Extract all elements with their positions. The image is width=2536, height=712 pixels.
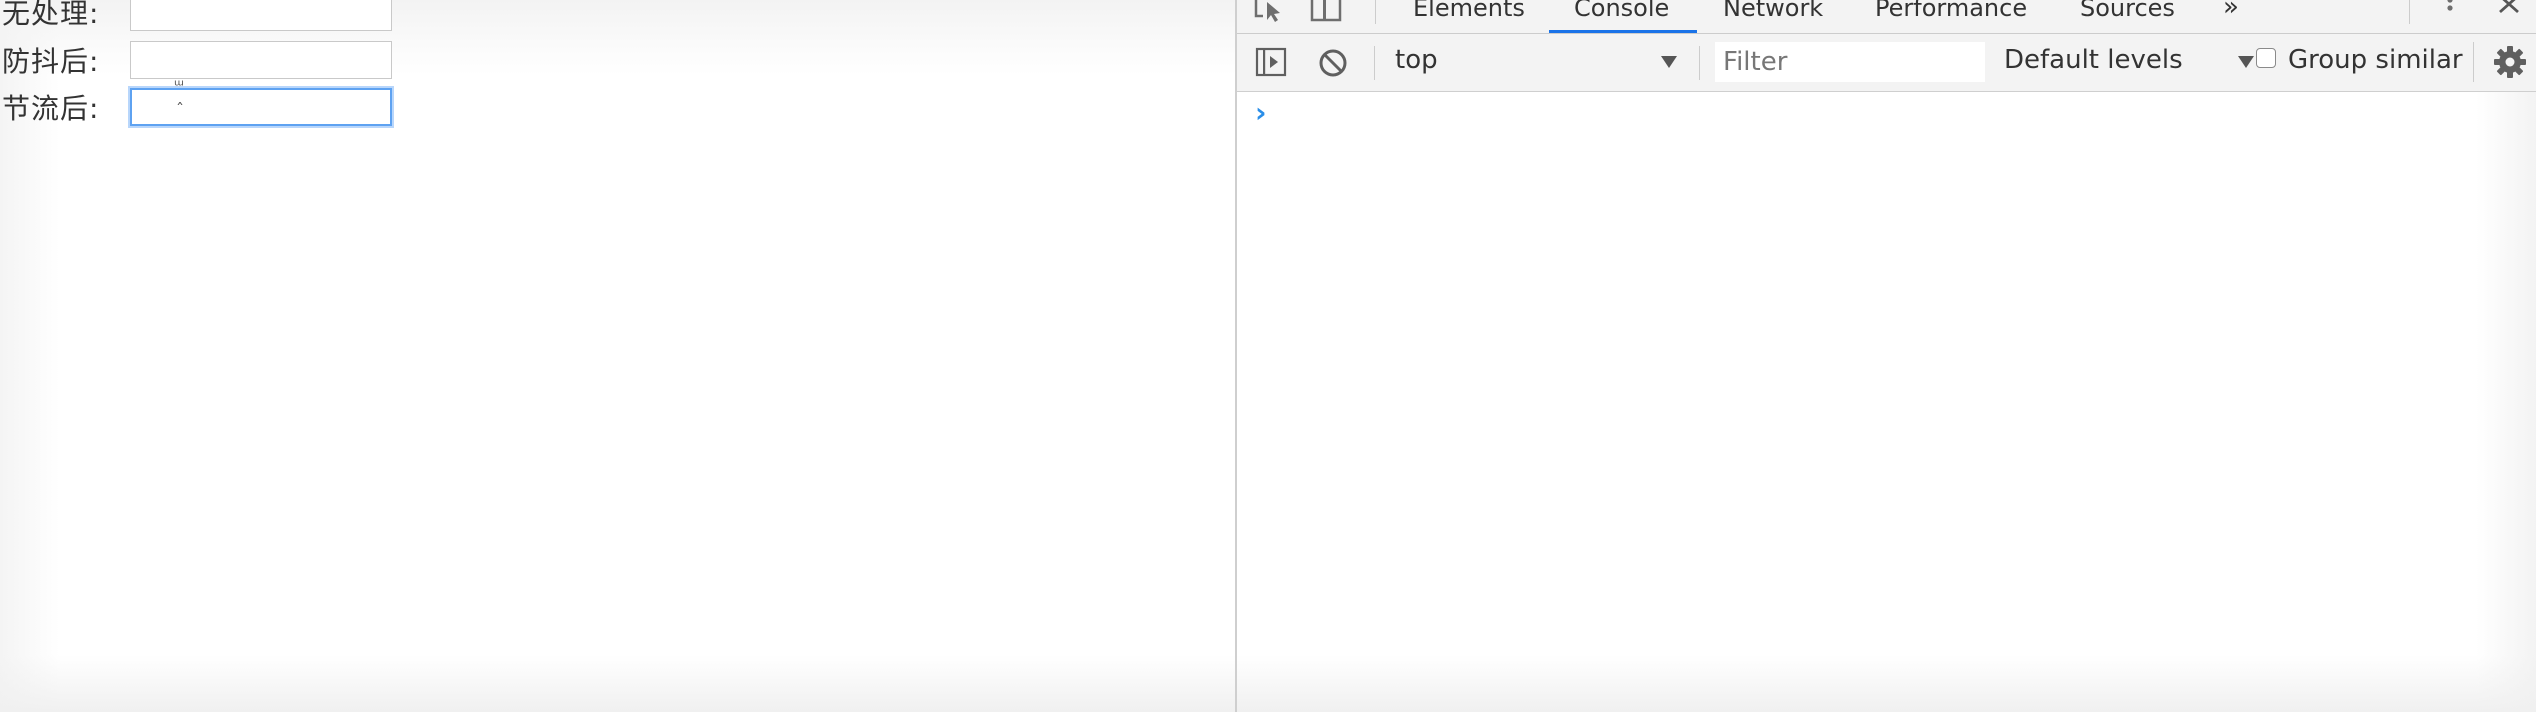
more-options-icon[interactable] <box>2443 0 2457 28</box>
input-debounced[interactable] <box>130 41 392 79</box>
settings-gear-icon[interactable] <box>2493 45 2527 83</box>
sidebar-toggle-icon[interactable] <box>1255 47 1287 81</box>
page-viewport: 无处理: 防抖后: 节流后: ᵚ ˆ <box>0 0 1235 712</box>
context-selector[interactable]: top <box>1395 45 1438 75</box>
label-no-processing: 无处理: <box>2 0 100 30</box>
dropdown-arrow-icon[interactable] <box>1660 54 1678 73</box>
devtools-bottom-shadow <box>1237 655 2536 712</box>
console-prompt-icon[interactable]: › <box>1255 96 1267 129</box>
devtools-panel: Elements Console Network Performance Sou… <box>1237 0 2536 712</box>
device-toggle-icon[interactable] <box>1309 0 1343 28</box>
input-throttled[interactable] <box>130 88 392 126</box>
page-bottom-shadow <box>0 655 1235 712</box>
tab-bar-separator-right <box>2409 0 2410 24</box>
console-output[interactable]: › <box>1237 92 2536 712</box>
form-row-no-processing: 无处理: <box>2 0 392 32</box>
label-throttled: 节流后: <box>2 92 100 125</box>
log-levels-dropdown[interactable]: Default levels <box>2004 45 2183 75</box>
clear-console-icon[interactable] <box>1317 47 1349 83</box>
form-row-throttled: 节流后: <box>2 87 392 127</box>
input-no-processing[interactable] <box>130 0 392 31</box>
tab-performance[interactable]: Performance <box>1875 0 2027 22</box>
console-toolbar: top Default levels Group similar <box>1237 34 2536 92</box>
tab-bar-separator <box>1375 0 1376 24</box>
inspect-element-icon[interactable] <box>1253 0 1287 28</box>
devtools-edge-shadow <box>2476 92 2536 712</box>
toolbar-separator-2 <box>1699 46 1700 80</box>
caret-icon: ˆ <box>176 100 184 119</box>
close-icon[interactable] <box>2497 0 2523 28</box>
devtools-tab-bar: Elements Console Network Performance Sou… <box>1237 0 2536 34</box>
text-cursor-icon: ᵚ <box>174 76 184 95</box>
tab-console[interactable]: Console <box>1574 0 1669 22</box>
more-tabs-button[interactable]: » <box>2223 0 2239 22</box>
toolbar-separator <box>1374 46 1375 80</box>
tab-network[interactable]: Network <box>1723 0 1823 22</box>
tab-elements[interactable]: Elements <box>1413 0 1525 22</box>
filter-input[interactable] <box>1715 42 1985 82</box>
active-tab-indicator <box>1549 30 1697 33</box>
form-row-debounced: 防抖后: <box>2 40 392 80</box>
tab-sources[interactable]: Sources <box>2080 0 2175 22</box>
label-debounced: 防抖后: <box>2 45 100 78</box>
group-similar-label: Group similar <box>2288 45 2463 75</box>
toolbar-separator-3 <box>2473 42 2474 82</box>
